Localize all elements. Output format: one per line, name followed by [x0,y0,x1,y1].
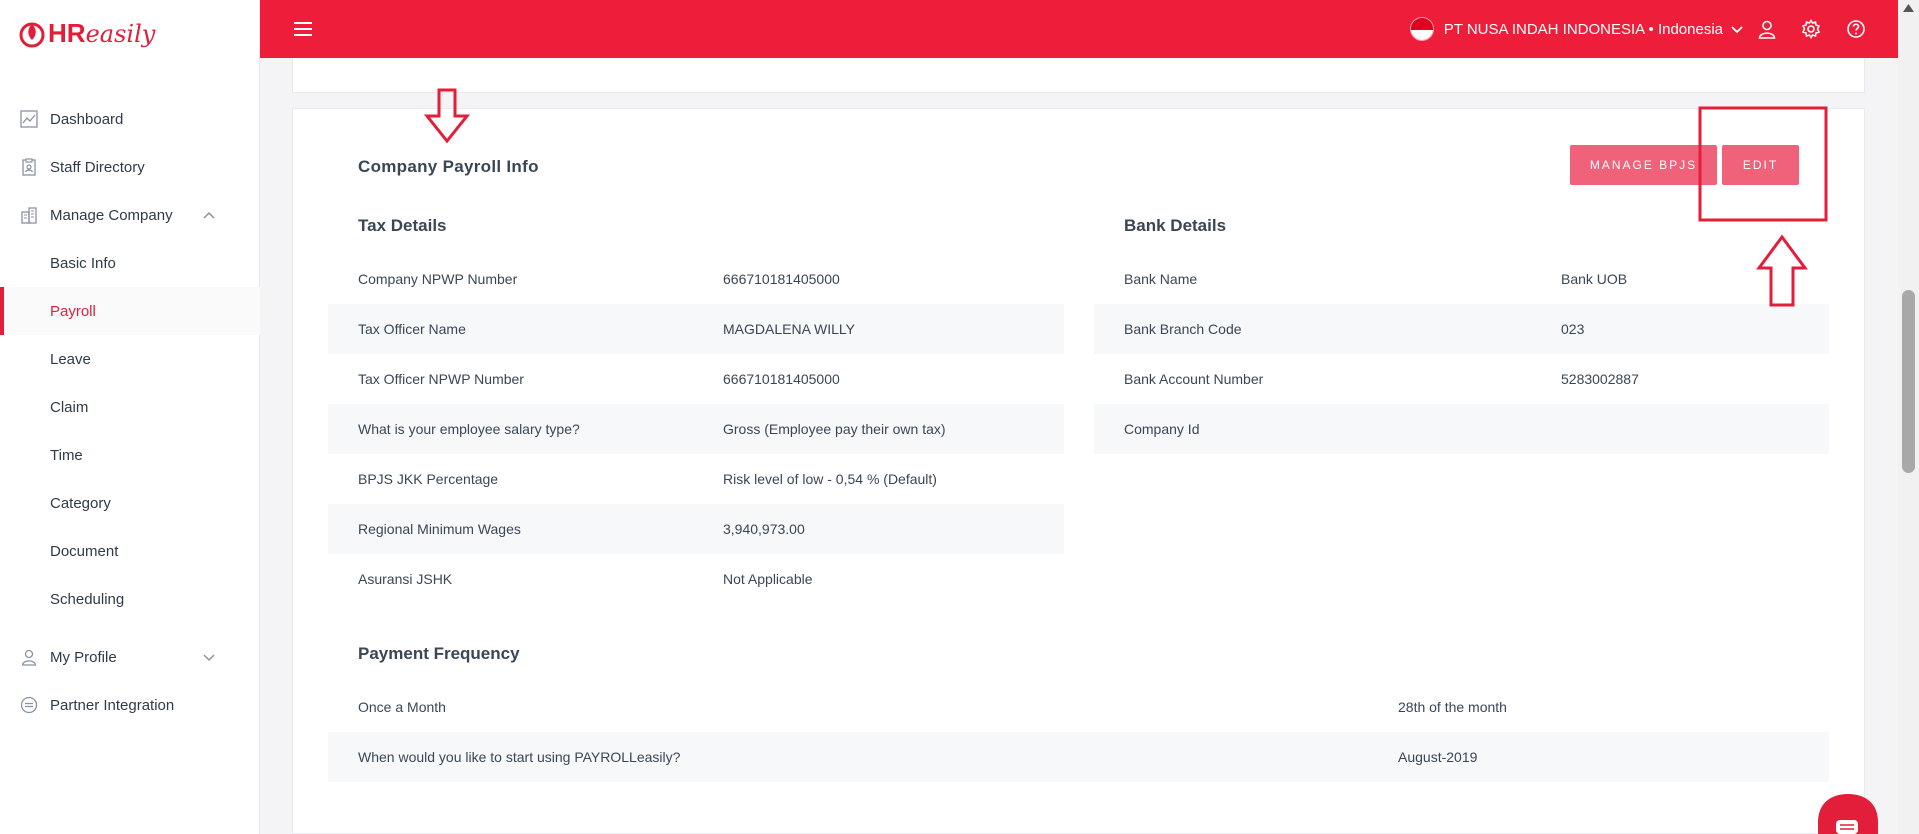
logo-text-hr: HR [48,18,86,48]
tax-row: BPJS JKK Percentage Risk level of low - … [328,454,1064,504]
sidebar-item-label: Category [50,494,111,512]
bank-row-label: Bank Name [1124,271,1198,287]
bank-row-label: Bank Account Number [1124,371,1264,387]
bank-row-value: 5283002887 [1561,371,1639,387]
indonesia-flag-icon [1409,17,1434,41]
bank-row-value: 023 [1561,321,1585,337]
tax-row-label: What is your employee salary type? [358,421,580,437]
profile-icon[interactable] [1757,19,1777,39]
sidebar-item-label: Claim [50,398,89,416]
tax-row: Asuransi JSHK Not Applicable [328,554,1064,604]
bank-row-label: Company Id [1124,421,1200,437]
previous-card [292,58,1865,93]
sidebar-item-label: Scheduling [50,590,125,608]
sidebar-item-claim[interactable]: Claim [0,383,260,431]
tax-row: What is your employee salary type? Gross… [328,404,1064,454]
sidebar-item-label: Partner Integration [50,696,175,714]
bank-row: Bank Account Number 5283002887 [1094,354,1829,404]
tax-row-value: Gross (Employee pay their own tax) [723,421,946,437]
payment-row: Once a Month 28th of the month [328,682,1829,732]
chart-icon [20,110,38,128]
sidebar-item-label: Staff Directory [50,158,145,176]
sidebar-item-my-profile[interactable]: My Profile [0,633,260,681]
logo-text-easily: easily [85,19,156,48]
tax-row-value: 3,940,973.00 [723,521,805,537]
scroll-up-arrow-icon[interactable] [1903,4,1914,12]
manage-bpjs-button[interactable]: MANAGE BPJS [1570,145,1717,185]
sidebar-item-label: Dashboard [50,110,124,128]
bank-row-label: Bank Branch Code [1124,321,1242,337]
gear-icon[interactable] [1801,19,1821,39]
company-switcher[interactable]: PT NUSA INDAH INDONESIA • Indonesia [1409,17,1743,41]
sidebar-item-label: Payroll [50,302,96,320]
bank-details-title: Bank Details [1124,216,1227,235]
tax-row: Tax Officer NPWP Number 666710181405000 [328,354,1064,404]
sidebar-item-basic-info[interactable]: Basic Info [0,239,260,287]
tax-row-value: 666710181405000 [723,271,840,287]
chevron-down-icon [203,654,215,662]
edit-button[interactable]: EDIT [1722,145,1799,185]
tax-row-label: Regional Minimum Wages [358,521,521,537]
tax-row-value: MAGDALENA WILLY [723,321,856,337]
tax-row-value: Risk level of low - 0,54 % (Default) [723,471,937,487]
sidebar-item-partner-integration[interactable]: Partner Integration [0,681,260,729]
tax-row-label: Tax Officer Name [358,321,466,337]
payment-row: When would you like to start using PAYRO… [328,732,1829,782]
scrollbar-thumb[interactable] [1902,290,1915,473]
hamburger-menu-icon[interactable] [294,21,312,37]
card-title: Company Payroll Info [358,157,539,176]
sidebar-item-time[interactable]: Time [0,431,260,479]
help-icon[interactable] [1846,19,1866,39]
sidebar-item-label: Basic Info [50,254,116,272]
payment-row-value: 28th of the month [1398,699,1507,715]
company-name: PT NUSA INDAH INDONESIA • Indonesia [1443,20,1723,38]
sidebar-nav: Dashboard Staff Directory Manage Company… [0,95,260,729]
clipboard-icon [22,158,36,176]
tax-row-label: Company NPWP Number [358,271,518,287]
sidebar-item-manage-company[interactable]: Manage Company [0,191,260,239]
bank-row-value: Bank UOB [1561,271,1628,287]
integration-icon [20,696,38,714]
sidebar-item-label: My Profile [50,648,117,666]
sidebar-item-label: Manage Company [50,206,173,224]
bank-row: Company Id [1094,404,1829,454]
tax-row-value: 666710181405000 [723,371,840,387]
tax-details-title: Tax Details [358,216,447,235]
sidebar-item-dashboard[interactable]: Dashboard [0,95,260,143]
sidebar-item-scheduling[interactable]: Scheduling [0,575,260,623]
hreasily-logo[interactable]: HR easily [18,18,155,49]
sidebar-item-label: Leave [50,350,91,368]
sidebar: HR easily Dashboard Staff Directory Manag… [0,0,260,834]
tax-row-label: Asuransi JSHK [358,571,453,587]
nav-gap [0,623,260,633]
sidebar-item-category[interactable]: Category [0,479,260,527]
chevron-down-icon [1731,26,1743,34]
tax-row-label: BPJS JKK Percentage [358,471,499,487]
tax-row-value: Not Applicable [723,571,813,587]
chat-widget-icon[interactable] [1818,794,1878,834]
vertical-scrollbar[interactable] [1898,0,1919,834]
bank-row: Bank Name Bank UOB [1094,254,1829,304]
sidebar-item-payroll[interactable]: Payroll [0,287,260,335]
tax-row: Regional Minimum Wages 3,940,973.00 [328,504,1064,554]
sidebar-item-document[interactable]: Document [0,527,260,575]
payment-row-value: August-2019 [1398,749,1478,765]
chevron-up-icon [203,211,215,219]
top-bar: PT NUSA INDAH INDONESIA • Indonesia [260,0,1898,58]
payment-row-label: When would you like to start using PAYRO… [358,749,681,765]
payment-row-label: Once a Month [358,699,446,715]
tax-row: Company NPWP Number 666710181405000 [328,254,1064,304]
payment-frequency-title: Payment Frequency [358,644,520,663]
building-icon [21,207,37,224]
sidebar-item-label: Time [50,446,83,464]
sidebar-item-staff-directory[interactable]: Staff Directory [0,143,260,191]
bank-row: Bank Branch Code 023 [1094,304,1829,354]
sidebar-item-label: Document [50,542,119,560]
logo-mark-icon [19,22,45,47]
sidebar-item-leave[interactable]: Leave [0,335,260,383]
tax-row: Tax Officer Name MAGDALENA WILLY [328,304,1064,354]
tax-row-label: Tax Officer NPWP Number [358,371,524,387]
user-icon [21,649,37,666]
